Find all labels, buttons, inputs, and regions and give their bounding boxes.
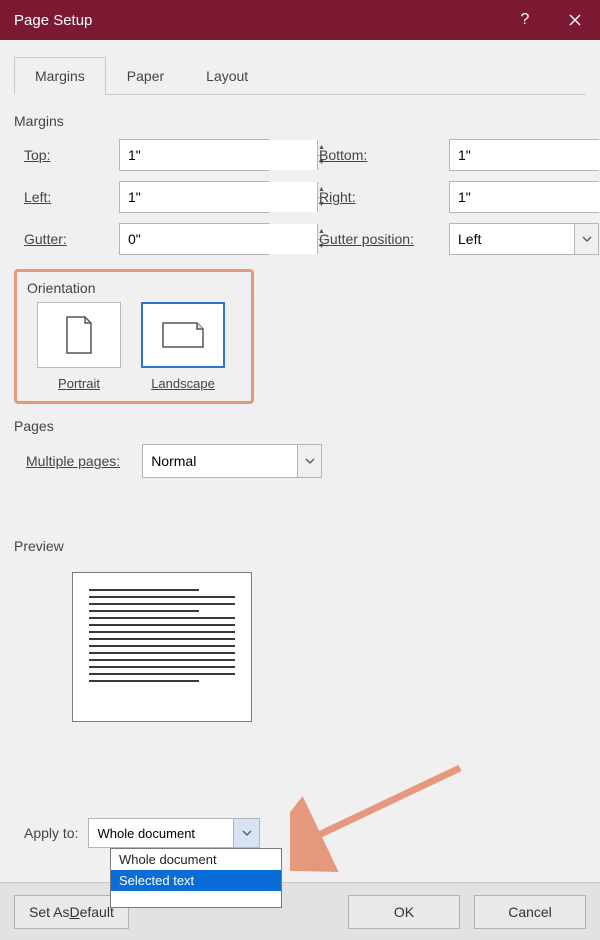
apply-to-value: Whole document <box>89 819 233 847</box>
top-label: Top: <box>24 147 119 163</box>
top-spinner[interactable]: ▲▼ <box>119 139 269 171</box>
preview-section: Preview <box>14 538 586 722</box>
preview-thumbnail <box>72 572 252 722</box>
orientation-label: Orientation <box>27 280 241 296</box>
titlebar: Page Setup ? <box>0 0 600 40</box>
help-button[interactable]: ? <box>500 0 550 40</box>
gutter-position-label: Gutter position: <box>319 231 449 247</box>
button-row: Set As Default OK Cancel <box>0 882 600 940</box>
tab-paper[interactable]: Paper <box>106 57 185 95</box>
gutter-position-select[interactable]: Left <box>449 223 599 255</box>
tab-margins[interactable]: Margins <box>14 57 106 95</box>
pages-section: Pages Multiple pages: Normal <box>14 418 586 478</box>
multiple-pages-value: Normal <box>143 445 297 477</box>
page-setup-dialog: Page Setup ? Margins Paper Layout Margin… <box>0 0 600 940</box>
gutter-position-caret[interactable] <box>574 224 598 254</box>
apply-to-dropdown[interactable]: Whole document Selected text <box>110 848 282 908</box>
apply-option-selected[interactable]: Selected text <box>111 870 281 891</box>
gutter-label: Gutter: <box>24 231 119 247</box>
gutter-spinner[interactable]: ▲▼ <box>119 223 269 255</box>
gutter-position-value: Left <box>450 224 574 254</box>
chevron-down-icon <box>305 458 315 464</box>
bottom-spinner[interactable]: ▲▼ <box>449 139 599 171</box>
multiple-pages-select[interactable]: Normal <box>142 444 322 478</box>
multiple-pages-label: Multiple pages: <box>26 453 120 469</box>
margins-section-label: Margins <box>14 113 586 129</box>
top-input[interactable] <box>120 140 317 170</box>
ok-button[interactable]: OK <box>348 895 460 929</box>
left-spinner[interactable]: ▲▼ <box>119 181 269 213</box>
right-label: Right: <box>319 189 449 205</box>
chevron-down-icon <box>582 236 592 242</box>
annotation-arrow-icon <box>290 760 490 880</box>
left-input[interactable] <box>120 182 317 212</box>
preview-section-label: Preview <box>14 538 586 554</box>
apply-to-caret[interactable] <box>233 819 259 847</box>
chevron-down-icon <box>242 830 252 836</box>
multiple-pages-caret[interactable] <box>297 445 321 477</box>
orientation-landscape[interactable]: Landscape <box>141 302 225 391</box>
landscape-icon <box>161 319 205 351</box>
orientation-portrait[interactable]: Portrait <box>37 302 121 391</box>
close-button[interactable] <box>550 0 600 40</box>
tab-bar: Margins Paper Layout <box>14 56 586 95</box>
pages-section-label: Pages <box>14 418 586 434</box>
margins-section: Margins Top: ▲▼ Bottom: ▲▼ Left: ▲▼ Righ… <box>14 113 586 255</box>
cancel-button[interactable]: Cancel <box>474 895 586 929</box>
bottom-input[interactable] <box>450 140 600 170</box>
apply-option-whole[interactable]: Whole document <box>111 849 281 870</box>
portrait-icon <box>63 315 95 355</box>
apply-to-label: Apply to: <box>24 825 78 841</box>
left-label: Left: <box>24 189 119 205</box>
gutter-input[interactable] <box>120 224 317 254</box>
close-icon <box>569 14 581 26</box>
right-input[interactable] <box>450 182 600 212</box>
landscape-label: Landscape <box>141 376 225 391</box>
tab-layout[interactable]: Layout <box>185 57 269 95</box>
apply-option-blank <box>111 891 281 907</box>
apply-to-row: Apply to: Whole document <box>24 818 260 848</box>
apply-to-select[interactable]: Whole document <box>88 818 260 848</box>
orientation-section: Orientation Portrait Landscape <box>14 269 254 404</box>
dialog-title: Page Setup <box>0 12 500 29</box>
bottom-label: Bottom: <box>319 147 449 163</box>
right-spinner[interactable]: ▲▼ <box>449 181 599 213</box>
portrait-label: Portrait <box>37 376 121 391</box>
